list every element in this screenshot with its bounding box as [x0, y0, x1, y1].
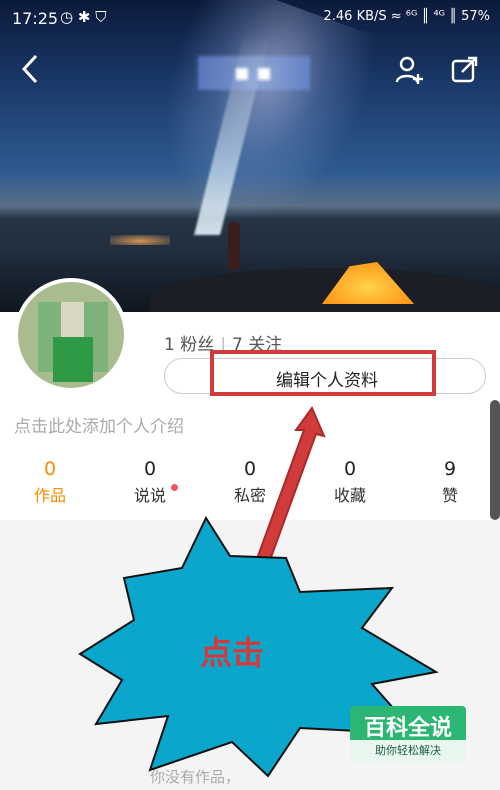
watermark-logo: 百科全说 助你轻松解决 [350, 706, 466, 762]
callout-text: 点击 [200, 634, 265, 672]
watermark-title: 百科全说 [363, 716, 452, 741]
watermark-subtitle: 助你轻松解决 [350, 740, 466, 762]
annotation-arrow [256, 405, 326, 562]
